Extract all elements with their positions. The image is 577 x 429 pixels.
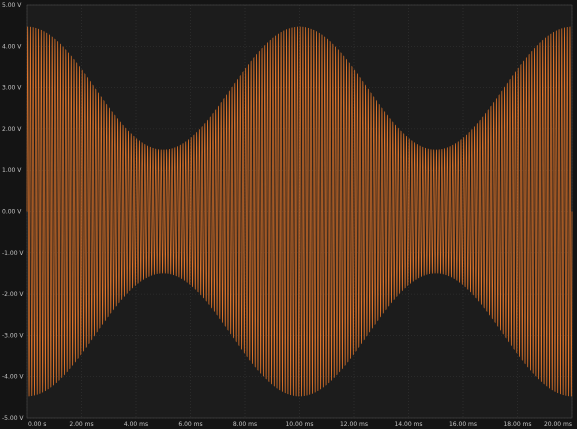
x-tick-label: 20.00 ms: [544, 421, 572, 428]
x-tick-label: 0.00 s: [28, 421, 46, 428]
oscilloscope-plot: 5.00 V 4.00 V 3.00 V 2.00 V 1.00 V 0.00 V -1.0…: [0, 0, 577, 429]
y-tick-label: -2.00 V: [2, 291, 24, 298]
y-axis-tick-labels: 5.00 V 4.00 V 3.00 V 2.00 V 1.00 V 0.00 V -1.0…: [2, 2, 24, 422]
y-tick-label: 4.00 V: [2, 43, 22, 50]
y-tick-label: -3.00 V: [2, 332, 24, 339]
x-tick-label: 12.00 ms: [340, 421, 368, 428]
y-tick-label: -4.00 V: [2, 374, 24, 381]
x-tick-label: 6.00 ms: [178, 421, 202, 428]
y-tick-label: 2.00 V: [2, 126, 22, 133]
x-axis-tick-labels: 0.00 s 2.00 ms 4.00 ms 6.00 ms 8.00 ms 10.00 …: [28, 421, 572, 428]
y-tick-label: -1.00 V: [2, 250, 24, 257]
x-tick-label: 16.00 ms: [449, 421, 477, 428]
x-tick-label: 2.00 ms: [69, 421, 93, 428]
y-tick-label: 3.00 V: [2, 85, 22, 92]
y-tick-label: 5.00 V: [2, 2, 22, 9]
y-tick-label: -5.00 V: [2, 415, 24, 422]
x-tick-label: 4.00 ms: [124, 421, 148, 428]
x-tick-label: 14.00 ms: [394, 421, 422, 428]
x-tick-label: 18.00 ms: [503, 421, 531, 428]
y-tick-label: 0.00 V: [2, 209, 22, 216]
x-tick-label: 10.00 ms: [285, 421, 313, 428]
x-tick-label: 8.00 ms: [233, 421, 257, 428]
y-tick-label: 1.00 V: [2, 167, 22, 174]
